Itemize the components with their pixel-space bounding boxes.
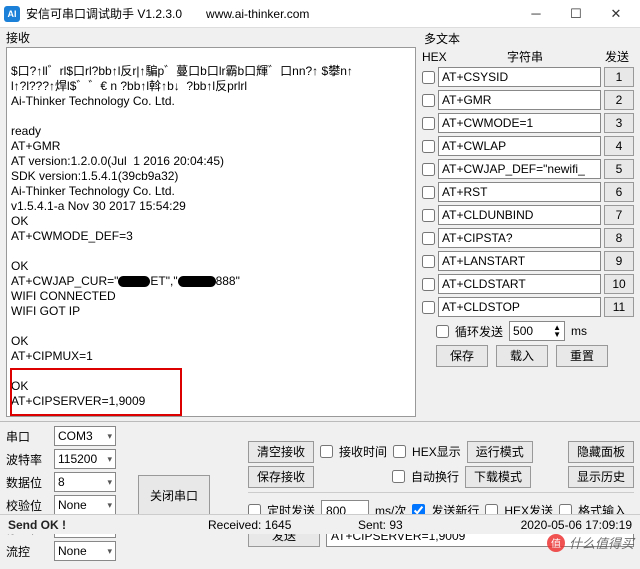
cmd-hex-checkbox-8[interactable] <box>422 255 435 268</box>
databits-combo[interactable]: 8▾ <box>54 472 116 492</box>
cmd-send-button-4[interactable]: 5 <box>604 159 634 179</box>
cmd-hex-checkbox-9[interactable] <box>422 278 435 291</box>
cmd-hex-checkbox-7[interactable] <box>422 232 435 245</box>
cmd-input-8[interactable] <box>438 251 601 271</box>
cmd-send-button-8[interactable]: 9 <box>604 251 634 271</box>
parity-combo[interactable]: None▾ <box>54 495 116 515</box>
receive-terminal[interactable]: $口?↑ll゛rl$口rl?bb↑l反r|↑騙p゛蔓口b口lr霸b口輝゛口nn?… <box>6 47 416 417</box>
loop-send-checkbox[interactable] <box>436 325 449 338</box>
status-send-ok: Send OK ! <box>8 518 208 532</box>
cmd-input-2[interactable] <box>438 113 601 133</box>
download-mode-button[interactable]: 下载模式 <box>465 466 531 488</box>
auto-wrap-checkbox[interactable] <box>392 470 405 483</box>
cmd-send-button-1[interactable]: 2 <box>604 90 634 110</box>
cmd-send-button-2[interactable]: 3 <box>604 113 634 133</box>
flow-label: 流控 <box>6 543 48 560</box>
cmd-hex-checkbox-5[interactable] <box>422 186 435 199</box>
cmd-input-0[interactable] <box>438 67 601 87</box>
cmd-send-button-3[interactable]: 4 <box>604 136 634 156</box>
cmd-input-6[interactable] <box>438 205 601 225</box>
multitext-label: 多文本 <box>422 30 634 47</box>
show-history-button[interactable]: 显示历史 <box>568 466 634 488</box>
cmd-input-4[interactable] <box>438 159 601 179</box>
parity-label: 校验位 <box>6 497 48 514</box>
watermark: 值 什么值得买 <box>547 533 634 552</box>
receive-label: 接收 <box>0 28 420 47</box>
save-button[interactable]: 保存 <box>436 345 488 367</box>
status-sent: Sent: 93 <box>358 518 478 532</box>
status-time: 2020-05-06 17:09:19 <box>478 518 632 532</box>
databits-label: 数据位 <box>6 474 48 491</box>
cmd-hex-checkbox-6[interactable] <box>422 209 435 222</box>
ms-label: ms <box>571 324 587 338</box>
send-header: 发送 <box>600 48 634 65</box>
cmd-input-7[interactable] <box>438 228 601 248</box>
cmd-hex-checkbox-3[interactable] <box>422 140 435 153</box>
hex-header: HEX <box>422 50 450 64</box>
clear-rx-button[interactable]: 清空接收 <box>248 441 314 463</box>
cmd-send-button-5[interactable]: 6 <box>604 182 634 202</box>
run-mode-button[interactable]: 运行模式 <box>467 441 533 463</box>
highlight-box <box>10 368 182 416</box>
redacted-password <box>178 276 216 287</box>
port-combo[interactable]: COM3▾ <box>54 426 116 446</box>
cmd-send-button-0[interactable]: 1 <box>604 67 634 87</box>
cmd-input-10[interactable] <box>438 297 601 317</box>
maximize-button[interactable]: ☐ <box>556 1 596 27</box>
close-port-button[interactable]: 关闭串口 <box>138 475 210 515</box>
loop-send-label: 循环发送 <box>455 323 503 340</box>
cmd-input-3[interactable] <box>438 136 601 156</box>
baud-label: 波特率 <box>6 451 48 468</box>
cmd-input-1[interactable] <box>438 90 601 110</box>
window-title: 安信可串口调试助手 V1.2.3.0 www.ai-thinker.com <box>26 5 516 22</box>
baud-combo[interactable]: 115200▾ <box>54 449 116 469</box>
app-icon: AI <box>4 6 20 22</box>
rx-time-checkbox[interactable] <box>320 445 333 458</box>
minimize-button[interactable]: ─ <box>516 1 556 27</box>
load-button[interactable]: 载入 <box>496 345 548 367</box>
cmd-hex-checkbox-1[interactable] <box>422 94 435 107</box>
cmd-hex-checkbox-4[interactable] <box>422 163 435 176</box>
save-rx-button[interactable]: 保存接收 <box>248 466 314 488</box>
cmd-input-5[interactable] <box>438 182 601 202</box>
cmd-input-9[interactable] <box>438 274 601 294</box>
cmd-send-button-9[interactable]: 10 <box>604 274 634 294</box>
reset-button[interactable]: 重置 <box>556 345 608 367</box>
close-button[interactable]: ✕ <box>596 1 636 27</box>
loop-interval-input[interactable]: 500▲▼ <box>509 321 565 341</box>
status-received: Received: 1645 <box>208 518 358 532</box>
cmd-hex-checkbox-10[interactable] <box>422 301 435 314</box>
hide-panel-button[interactable]: 隐藏面板 <box>568 441 634 463</box>
cmd-hex-checkbox-2[interactable] <box>422 117 435 130</box>
cmd-send-button-10[interactable]: 11 <box>604 297 634 317</box>
cmd-send-button-6[interactable]: 7 <box>604 205 634 225</box>
redacted-ssid <box>118 276 150 287</box>
string-header: 字符串 <box>450 48 600 65</box>
cmd-send-button-7[interactable]: 8 <box>604 228 634 248</box>
port-label: 串口 <box>6 428 48 445</box>
hex-display-checkbox[interactable] <box>393 445 406 458</box>
cmd-hex-checkbox-0[interactable] <box>422 71 435 84</box>
flow-combo[interactable]: None▾ <box>54 541 116 561</box>
